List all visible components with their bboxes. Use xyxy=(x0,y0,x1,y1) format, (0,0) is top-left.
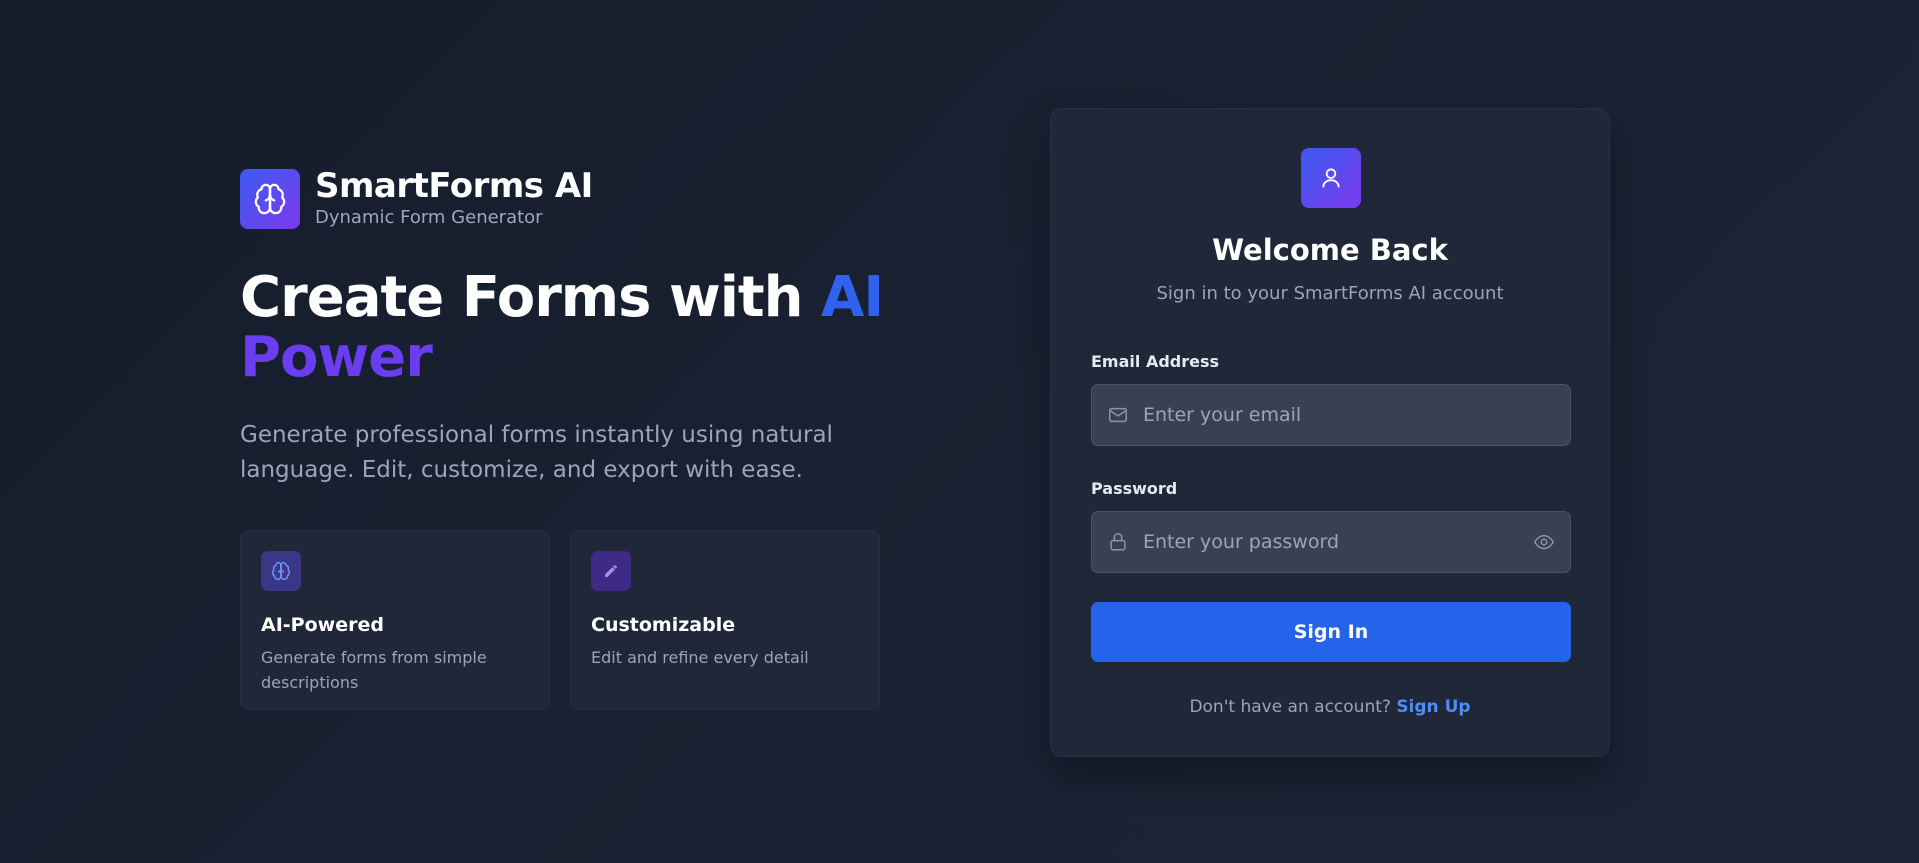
headline-text: Create Forms with xyxy=(240,265,822,330)
password-label: Password xyxy=(1091,479,1178,498)
signup-prompt: Don't have an account? Sign Up xyxy=(1051,696,1609,718)
hero-subtext: Generate professional forms instantly us… xyxy=(240,422,833,483)
brain-icon xyxy=(261,551,301,591)
brand-text: SmartForms AI Dynamic Form Generator xyxy=(315,167,593,230)
hero-section: SmartForms AI Dynamic Form Generator Cre… xyxy=(240,167,900,710)
pencil-icon xyxy=(591,551,631,591)
login-card: Welcome Back Sign in to your SmartForms … xyxy=(1050,108,1610,757)
login-subtitle: Sign in to your SmartForms AI account xyxy=(1156,283,1504,304)
email-field-wrapper xyxy=(1091,384,1571,446)
feature-title: Customizable xyxy=(591,614,736,636)
feature-title: AI-Powered xyxy=(261,614,384,636)
eye-icon[interactable] xyxy=(1532,530,1556,554)
feature-description: Generate forms from simple descriptions xyxy=(261,648,487,692)
lock-icon xyxy=(1107,531,1129,553)
password-field-wrapper xyxy=(1091,511,1571,573)
signup-prompt-text: Don't have an account? xyxy=(1189,697,1397,717)
password-input[interactable] xyxy=(1129,511,1532,573)
brand: SmartForms AI Dynamic Form Generator xyxy=(240,167,900,230)
feature-list: AI-Powered Generate forms from simple de… xyxy=(240,530,900,710)
feature-card-customizable: Customizable Edit and refine every detai… xyxy=(570,530,880,710)
sign-in-button[interactable]: Sign In xyxy=(1091,602,1571,662)
sign-up-link[interactable]: Sign Up xyxy=(1396,697,1470,717)
user-icon xyxy=(1301,148,1361,208)
feature-description: Edit and refine every detail xyxy=(591,648,809,667)
login-page: SmartForms AI Dynamic Form Generator Cre… xyxy=(0,0,1919,863)
brand-tagline: Dynamic Form Generator xyxy=(315,207,543,228)
mail-icon xyxy=(1107,404,1129,426)
brain-icon xyxy=(240,168,300,229)
feature-card-ai-powered: AI-Powered Generate forms from simple de… xyxy=(240,530,550,710)
hero-headline: Create Forms with AI Power xyxy=(240,268,900,388)
login-title: Welcome Back xyxy=(1212,233,1448,267)
email-label: Email Address xyxy=(1091,352,1220,371)
headline-accent-power: Power xyxy=(240,325,433,390)
brand-name: SmartForms AI xyxy=(315,166,593,206)
headline-accent-ai: AI xyxy=(821,265,884,330)
email-input[interactable] xyxy=(1129,384,1570,446)
